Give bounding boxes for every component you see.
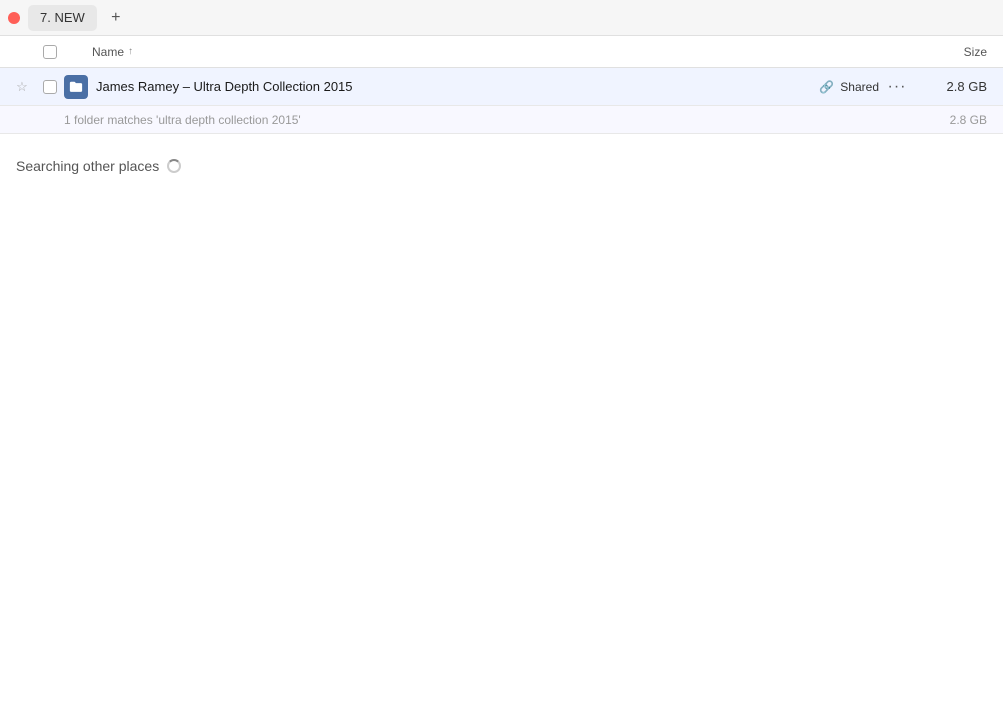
check-col[interactable]	[36, 80, 64, 94]
col-size-header[interactable]: Size	[915, 45, 995, 59]
searching-label: Searching other places	[16, 158, 159, 174]
name-sort-arrow: ↑	[128, 46, 133, 57]
sub-info-size: 2.8 GB	[950, 113, 995, 127]
column-header: Name ↑ Size	[0, 36, 1003, 68]
row-checkbox[interactable]	[43, 80, 57, 94]
file-meta: 🔗 Shared ···	[819, 75, 915, 99]
folder-icon	[64, 75, 88, 99]
file-name: James Ramey – Ultra Depth Collection 201…	[88, 79, 819, 94]
file-size: 2.8 GB	[915, 79, 995, 94]
sub-info-row: 1 folder matches 'ultra depth collection…	[0, 106, 1003, 134]
tab-label: 7. NEW	[40, 10, 85, 25]
shared-label: Shared	[840, 80, 879, 94]
name-column-label: Name	[92, 45, 124, 59]
traffic-light-red[interactable]	[8, 12, 20, 24]
star-icon[interactable]: ☆	[16, 79, 28, 95]
search-spinner	[167, 159, 181, 173]
file-row[interactable]: ☆ James Ramey – Ultra Depth Collection 2…	[0, 68, 1003, 106]
link-icon: 🔗	[819, 80, 834, 94]
col-name-header[interactable]: Name ↑	[92, 45, 915, 59]
add-tab-icon: +	[111, 9, 120, 27]
add-tab-button[interactable]: +	[105, 7, 127, 29]
tab-item[interactable]: 7. NEW	[28, 5, 97, 31]
more-icon: ···	[888, 78, 907, 96]
col-checkbox-header[interactable]	[36, 45, 64, 59]
header-checkbox[interactable]	[43, 45, 57, 59]
folder-svg	[69, 80, 83, 94]
searching-section: Searching other places	[0, 134, 1003, 186]
top-bar: 7. NEW +	[0, 0, 1003, 36]
more-options-button[interactable]: ···	[885, 75, 909, 99]
star-col[interactable]: ☆	[8, 79, 36, 95]
sub-info-text: 1 folder matches 'ultra depth collection…	[64, 113, 950, 127]
